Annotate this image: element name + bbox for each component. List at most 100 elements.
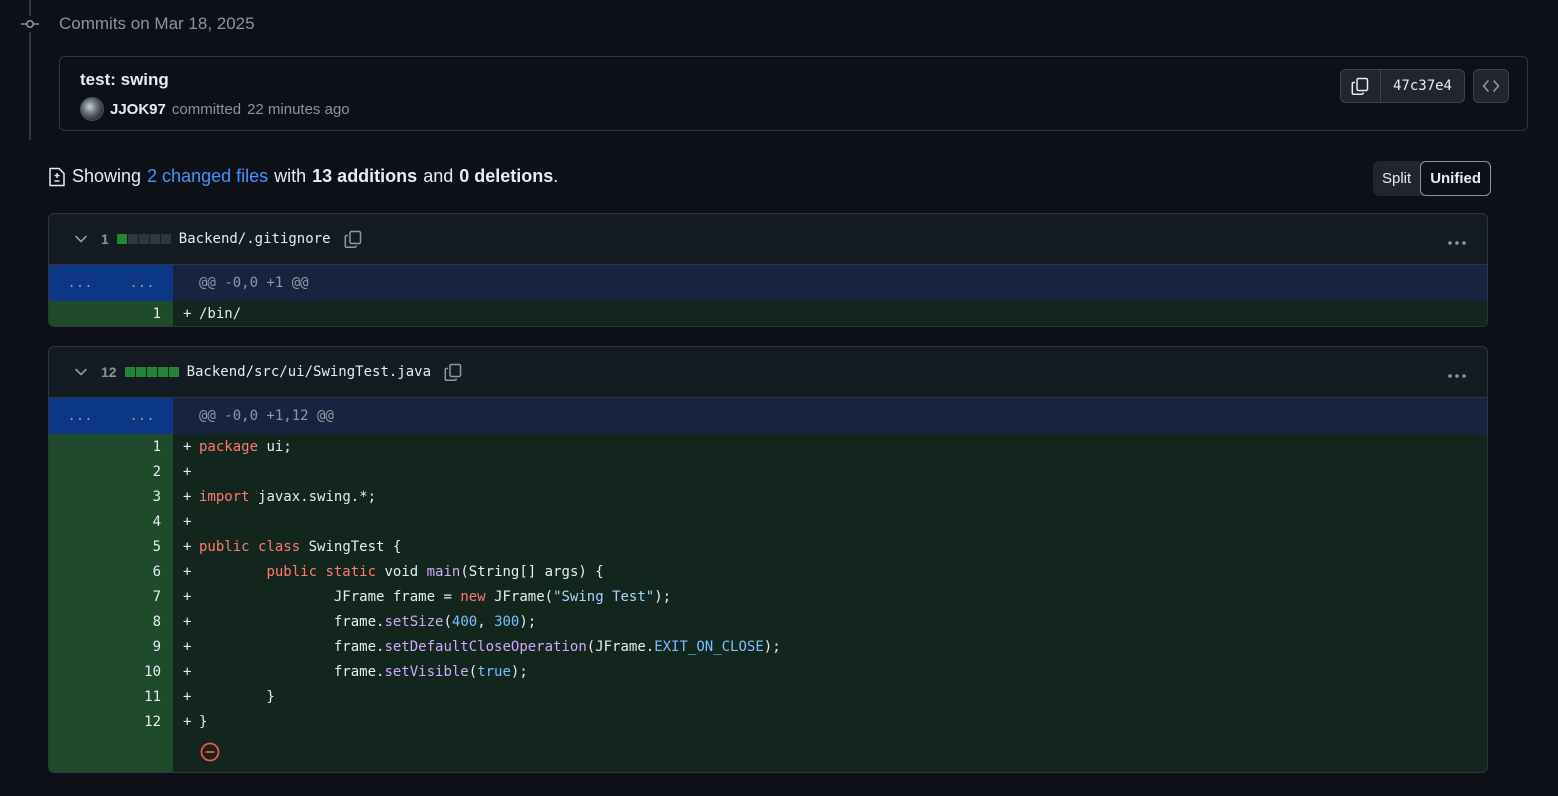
line-code: +} bbox=[173, 709, 1487, 734]
code-icon bbox=[1482, 80, 1500, 92]
line-number[interactable]: 11 bbox=[49, 684, 173, 709]
commit-action: committed bbox=[171, 100, 242, 118]
line-number[interactable]: 7 bbox=[49, 584, 173, 609]
code-text: JFrame frame = new JFrame("Swing Test"); bbox=[333, 588, 672, 605]
code-text: import javax.swing.*; bbox=[199, 488, 377, 505]
line-number[interactable]: 6 bbox=[49, 559, 173, 584]
line-code: +/bin/ bbox=[173, 301, 1487, 326]
diff-line: 10 + frame.setVisible(true); bbox=[49, 659, 1487, 684]
diff-line: 12 +} bbox=[49, 709, 1487, 734]
summary-period: . bbox=[553, 166, 559, 186]
git-commit-icon bbox=[21, 16, 39, 32]
expand-right[interactable]: ... bbox=[111, 265, 173, 301]
line-number[interactable]: 5 bbox=[49, 534, 173, 559]
expand-left[interactable]: ... bbox=[49, 265, 111, 301]
line-code: + bbox=[173, 459, 1487, 484]
code-text: } bbox=[199, 688, 275, 705]
hunk-text: @@ -0,0 +1,12 @@ bbox=[173, 398, 1487, 434]
code-text: public class SwingTest { bbox=[199, 538, 402, 555]
line-code: + JFrame frame = new JFrame("Swing Test"… bbox=[173, 584, 1487, 609]
line-number[interactable]: 12 bbox=[49, 709, 173, 734]
browse-repository-button[interactable] bbox=[1473, 69, 1509, 103]
copy-icon bbox=[1352, 77, 1369, 95]
summary-showing: Showing bbox=[72, 166, 142, 186]
diff-summary: Showing 2 changed files with 13 addition… bbox=[48, 166, 558, 187]
diff-line: 3 + import javax.swing.*; bbox=[49, 484, 1487, 509]
commit-author[interactable]: JJOK97 bbox=[110, 101, 166, 118]
kebab-horizontal-icon[interactable] bbox=[1447, 363, 1467, 384]
commit-sha-group: 47c37e4 bbox=[1339, 69, 1465, 103]
commits-date-heading: Commits on Mar 18, 2025 bbox=[59, 14, 255, 33]
summary-with: with bbox=[274, 166, 307, 186]
line-code: + public class SwingTest { bbox=[173, 534, 1487, 559]
line-code: + frame.setSize(400, 300); bbox=[173, 609, 1487, 634]
diff-line: 1 +/bin/ bbox=[49, 301, 1487, 326]
code-text: public static void main(String[] args) { bbox=[266, 563, 604, 580]
copy-icon[interactable] bbox=[443, 362, 463, 382]
chevron-down-icon[interactable] bbox=[73, 364, 89, 380]
line-number[interactable]: 10 bbox=[49, 659, 173, 684]
commit-meta: JJOK97 committed 22 minutes ago bbox=[80, 97, 350, 121]
commit-card: test: swing JJOK97 committed 22 minutes … bbox=[59, 56, 1528, 131]
line-code: + } bbox=[173, 684, 1487, 709]
line-number[interactable]: 8 bbox=[49, 609, 173, 634]
file-diff-swingtest: 12 Backend/src/ui/SwingTest.java ... ...… bbox=[48, 346, 1488, 773]
no-newline-row bbox=[49, 734, 1487, 772]
hunk-header: ... ... @@ -0,0 +1 @@ bbox=[49, 265, 1487, 301]
line-code: + bbox=[173, 509, 1487, 534]
line-number[interactable]: 2 bbox=[49, 459, 173, 484]
diff-line: 1 + package ui; bbox=[49, 434, 1487, 459]
diff-line: 9 + frame.setDefaultCloseOperation(JFrame… bbox=[49, 634, 1487, 659]
line-code: + package ui; bbox=[173, 434, 1487, 459]
line-code: + import javax.swing.*; bbox=[173, 484, 1487, 509]
code-text: frame.setDefaultCloseOperation(JFrame.EX… bbox=[333, 638, 781, 655]
file-change-count: 1 bbox=[101, 231, 109, 247]
diff-view-toggle: Split Unified bbox=[1373, 161, 1492, 196]
line-code: + frame.setVisible(true); bbox=[173, 659, 1487, 684]
kebab-horizontal-icon[interactable] bbox=[1447, 230, 1467, 251]
diff-line: 2 + bbox=[49, 459, 1487, 484]
diffstat-blocks bbox=[116, 234, 171, 244]
diff-line: 5 + public class SwingTest { bbox=[49, 534, 1487, 559]
line-number[interactable]: 1 bbox=[49, 301, 173, 326]
split-view-button[interactable]: Split bbox=[1373, 161, 1420, 196]
copy-icon[interactable] bbox=[343, 229, 363, 249]
chevron-down-icon[interactable] bbox=[73, 231, 89, 247]
hunk-text: @@ -0,0 +1 @@ bbox=[173, 265, 1487, 301]
code-text: } bbox=[199, 713, 208, 730]
diff-line: 6 + public static void main(String[] args… bbox=[49, 559, 1487, 584]
copy-sha-button[interactable] bbox=[1341, 70, 1381, 102]
file-name-link[interactable]: Backend/src/ui/SwingTest.java bbox=[187, 364, 431, 380]
line-number[interactable]: 9 bbox=[49, 634, 173, 659]
expand-left[interactable]: ... bbox=[49, 398, 111, 434]
diff-lines: 1 + package ui; 2 +3 + import javax.swing.*; 4 +… bbox=[49, 434, 1487, 734]
diff-line: 7 + JFrame frame = new JFrame("Swing Test… bbox=[49, 584, 1487, 609]
line-number[interactable]: 1 bbox=[49, 434, 173, 459]
changed-files-link[interactable]: 2 changed files bbox=[147, 166, 268, 187]
diff-line: 8 + frame.setSize(400, 300); bbox=[49, 609, 1487, 634]
avatar[interactable] bbox=[80, 97, 104, 121]
expand-right[interactable]: ... bbox=[111, 398, 173, 434]
line-number[interactable]: 4 bbox=[49, 509, 173, 534]
line-number[interactable]: 3 bbox=[49, 484, 173, 509]
line-code: + public static void main(String[] args)… bbox=[173, 559, 1487, 584]
commit-sha-link[interactable]: 47c37e4 bbox=[1381, 70, 1464, 102]
no-entry-icon[interactable] bbox=[199, 741, 221, 763]
unified-view-button[interactable]: Unified bbox=[1420, 161, 1492, 196]
additions-count: 13 additions bbox=[312, 166, 418, 186]
code-text: package ui; bbox=[199, 438, 292, 455]
file-name-link[interactable]: Backend/.gitignore bbox=[179, 231, 331, 247]
file-diff-icon bbox=[49, 167, 65, 186]
file-header: 12 Backend/src/ui/SwingTest.java bbox=[49, 347, 1487, 398]
file-header: 1 Backend/.gitignore bbox=[49, 214, 1487, 265]
commit-title[interactable]: test: swing bbox=[80, 70, 169, 90]
hunk-header: ... ... @@ -0,0 +1,12 @@ bbox=[49, 398, 1487, 434]
file-change-count: 12 bbox=[101, 364, 117, 380]
file-diff-gitignore: 1 Backend/.gitignore ... ... @@ -0,0 +1 … bbox=[48, 213, 1488, 327]
diffstat-blocks bbox=[124, 367, 179, 377]
line-code: + frame.setDefaultCloseOperation(JFrame.… bbox=[173, 634, 1487, 659]
diff-line: 11 + } bbox=[49, 684, 1487, 709]
diff-line: 4 + bbox=[49, 509, 1487, 534]
code-text: frame.setSize(400, 300); bbox=[333, 613, 537, 630]
deletions-count: 0 deletions bbox=[459, 166, 554, 186]
